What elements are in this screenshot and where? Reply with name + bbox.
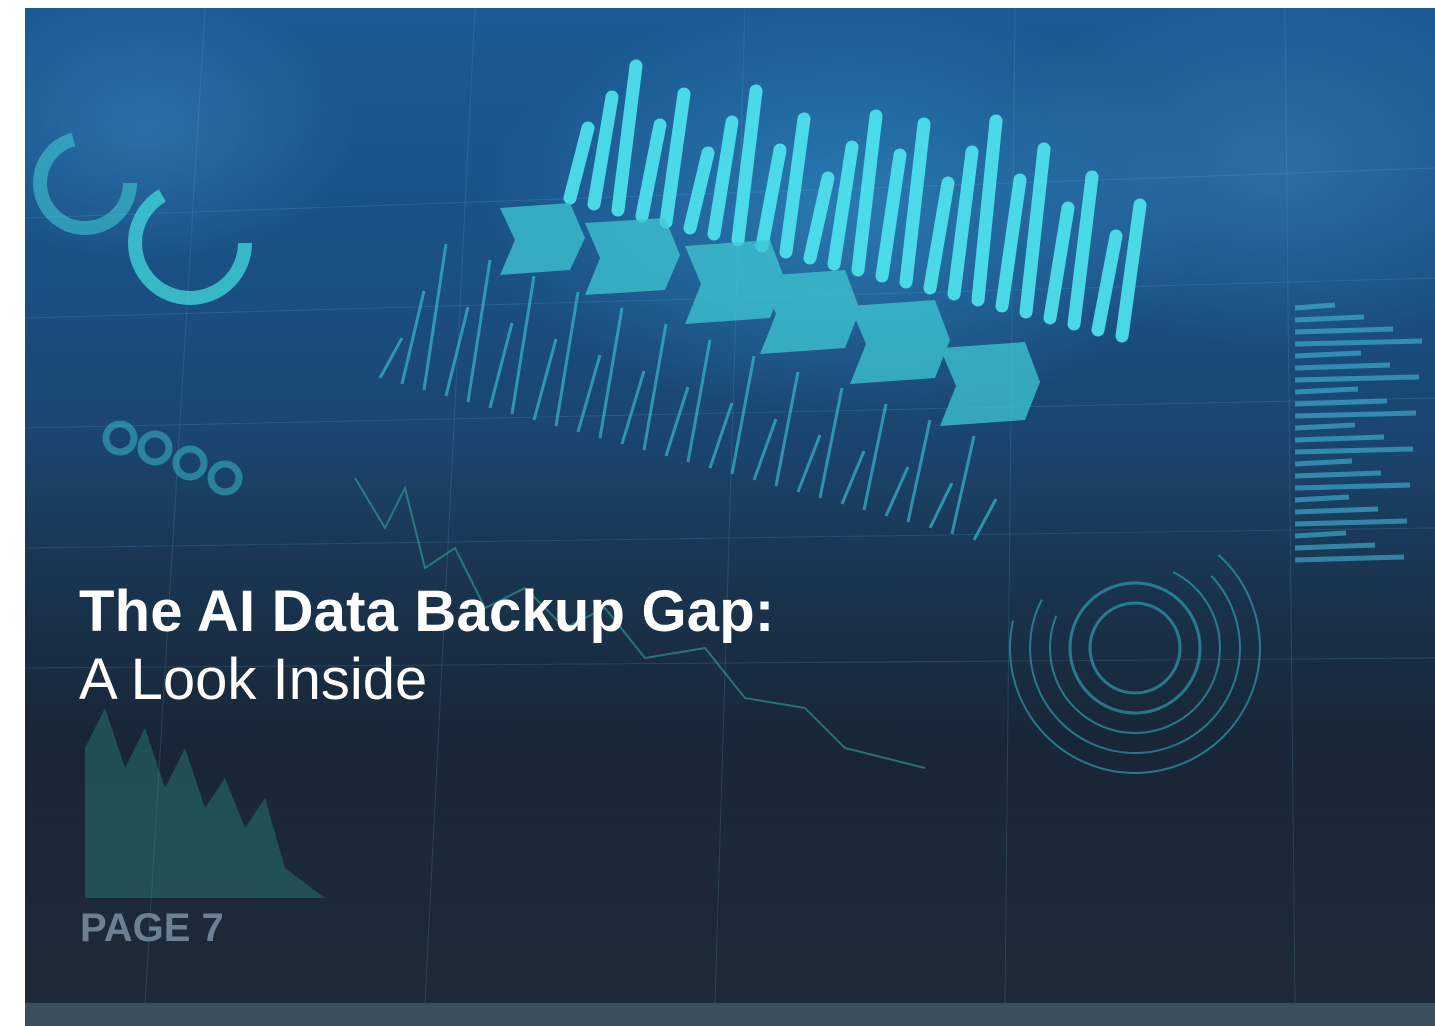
decor-bar (755, 143, 787, 253)
decor-bar (851, 109, 883, 277)
decor-bar (1294, 326, 1394, 335)
decor-bar (1294, 350, 1362, 359)
decor-bar (563, 121, 595, 205)
radial-target-graphic (1009, 522, 1261, 774)
decor-bar (1019, 142, 1051, 319)
decor-bar (1294, 434, 1385, 443)
page-label: PAGE 7 (80, 906, 224, 950)
decor-bar (1294, 422, 1356, 431)
decor-bar (731, 84, 763, 247)
decor-bar (923, 176, 955, 295)
bar-chart-graphic (563, 59, 1147, 343)
decor-bar (1294, 314, 1365, 323)
decor-bar (642, 323, 668, 451)
decor-bar (899, 117, 931, 289)
decor-bar (1294, 470, 1382, 479)
decor-bar (1043, 201, 1075, 325)
decor-bar (752, 418, 778, 481)
decor-bar (1294, 374, 1420, 383)
thin-bar-chart-graphic (378, 243, 998, 541)
ring-graphic (33, 131, 252, 305)
decor-bar (510, 275, 536, 415)
decor-bar (840, 450, 866, 505)
decor-bar (1294, 542, 1376, 551)
chain-graphic (102, 420, 243, 496)
decor-bar (554, 291, 580, 427)
right-histogram-graphic (1294, 302, 1423, 563)
title-line-1: The AI Data Backup Gap: (79, 579, 775, 644)
decor-bar (1091, 229, 1123, 337)
decor-bar (774, 371, 800, 487)
decor-bar (1294, 518, 1408, 527)
decor-bar (683, 146, 715, 235)
title-line-2: A Look Inside (79, 647, 428, 712)
decor-bar (947, 145, 979, 301)
decor-bar (1294, 398, 1388, 407)
decor-bar (862, 403, 888, 511)
left-area-graphic (85, 708, 325, 898)
data-dashboard-background (25, 8, 1435, 1003)
decor-bar (707, 115, 739, 241)
decor-bar (950, 435, 976, 535)
decor-bar (1294, 302, 1336, 311)
decor-bar (620, 370, 646, 445)
decor-bar (995, 173, 1027, 313)
decor-bar (827, 140, 859, 271)
decor-bar (532, 338, 558, 421)
decor-bar (1294, 446, 1414, 455)
decor-bar (1067, 170, 1099, 331)
decor-bar (906, 419, 932, 523)
decor-bar (466, 259, 492, 403)
decor-bar (576, 354, 602, 433)
decor-bar (664, 386, 690, 457)
decor-bar (598, 307, 624, 439)
decor-bar (400, 290, 426, 385)
decor-bar (779, 112, 811, 259)
decor-bar (488, 322, 514, 409)
decor-bar (1115, 198, 1147, 343)
decor-bar (611, 59, 643, 217)
decor-bar (1294, 482, 1411, 491)
decor-bar (1294, 530, 1347, 539)
decor-bar (587, 90, 619, 211)
decor-bar (635, 118, 667, 223)
decor-bar (444, 306, 470, 397)
decor-bar (730, 355, 756, 475)
footer-bar (25, 1003, 1435, 1026)
decor-bar (659, 87, 691, 229)
decor-bar (1294, 458, 1353, 467)
decor-bar (1294, 554, 1405, 563)
decor-bar (1294, 494, 1350, 503)
decor-bar (796, 434, 822, 493)
decor-bar (686, 339, 712, 463)
decor-bar (928, 482, 954, 529)
decor-bar (378, 337, 404, 379)
decor-bar (818, 387, 844, 499)
cover-slide (25, 8, 1435, 1003)
cover-title: The AI Data Backup Gap: A Look Inside (79, 578, 774, 714)
decor-bar (1294, 506, 1379, 515)
decor-bar (1294, 338, 1423, 347)
decor-bar (875, 148, 907, 283)
decor-bar (422, 243, 448, 391)
decor-bar (1294, 362, 1391, 371)
decor-bar (971, 114, 1003, 307)
decor-bar (1294, 410, 1417, 419)
decor-bar (1294, 386, 1359, 395)
decor-bar (884, 466, 910, 517)
